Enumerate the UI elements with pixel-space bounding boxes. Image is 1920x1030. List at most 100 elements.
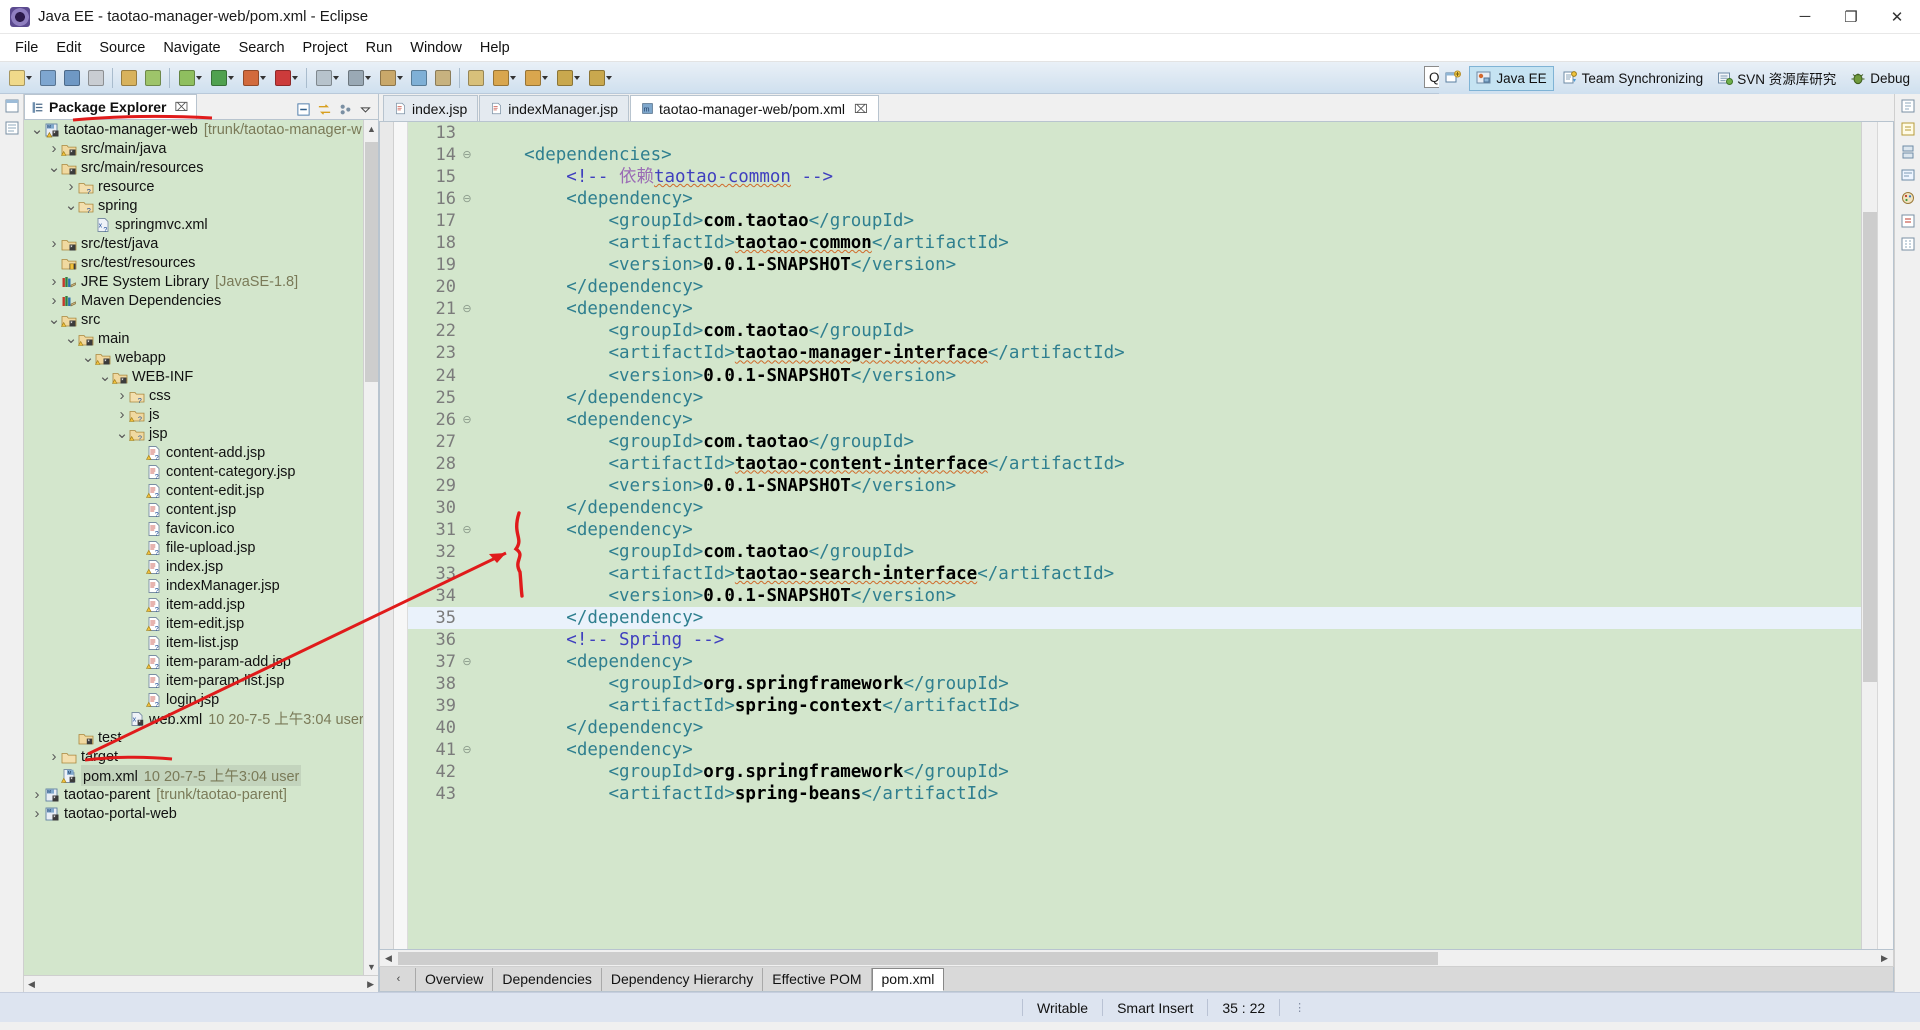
properties-view-icon[interactable] (1899, 236, 1917, 252)
menu-project[interactable]: Project (294, 36, 357, 60)
tree-item-maven-dependencies[interactable]: › Maven Dependencies (24, 291, 378, 310)
code-line-29[interactable]: 29 <version>0.0.1-SNAPSHOT</version> (408, 475, 1861, 497)
code-line-16[interactable]: 16 ⊖ <dependency> (408, 188, 1861, 210)
code-line-21[interactable]: 21 ⊖ <dependency> (408, 298, 1861, 320)
debug-button[interactable] (175, 66, 205, 90)
snippets-view-icon[interactable] (1899, 167, 1917, 183)
chevron-down-icon[interactable] (541, 75, 548, 80)
pom-page-tab-pom-xml[interactable]: pom.xml (871, 967, 945, 991)
tree-item-item-add-jsp[interactable]: ? item-add.jsp (24, 595, 378, 614)
tree-item-jre-system-library[interactable]: › JRE System Library [JavaSE-1.8] (24, 272, 378, 291)
menu-edit[interactable]: Edit (47, 36, 90, 60)
perspective-team-synchronizing[interactable]: Team Synchronizing (1556, 66, 1710, 91)
chevron-down-icon[interactable]: ⌄ (115, 426, 129, 441)
chevron-down-icon[interactable]: ⌄ (81, 350, 95, 365)
tree-item-src-test-resources[interactable]: * src/test/resources (24, 253, 378, 272)
tree-item-index-jsp[interactable]: ? index.jsp (24, 557, 378, 576)
tree-item-jsp[interactable]: ⌄? jsp (24, 424, 378, 443)
restore-view-icon[interactable] (3, 98, 21, 114)
markers-view-icon[interactable] (1899, 213, 1917, 229)
tree-item-content-jsp[interactable]: ? content.jsp (24, 500, 378, 519)
code-line-27[interactable]: 27 <groupId>com.taotao</groupId> (408, 431, 1861, 453)
fold-collapse-icon[interactable]: ⊖ (460, 298, 474, 320)
chevron-down-icon[interactable] (25, 75, 32, 80)
code-line-23[interactable]: 23 <artifactId>taotao-manager-interface<… (408, 342, 1861, 364)
tree-item-item-edit-jsp[interactable]: ? item-edit.jsp (24, 614, 378, 633)
chevron-right-icon[interactable]: › (47, 235, 61, 252)
code-line-37[interactable]: 37 ⊖ <dependency> (408, 651, 1861, 673)
editor-vscroll-thumb[interactable] (1863, 212, 1877, 682)
code-line-20[interactable]: 20 </dependency> (408, 276, 1861, 298)
pom-page-tab-dependency-hierarchy[interactable]: Dependency Hierarchy (602, 967, 764, 991)
pom-page-tab-dependencies[interactable]: Dependencies (493, 967, 602, 991)
code-line-19[interactable]: 19 <version>0.0.1-SNAPSHOT</version> (408, 254, 1861, 276)
project-tree[interactable]: ⌄ M * taotao-manager-web [trunk/taotao-manag… (24, 119, 378, 975)
code-line-39[interactable]: 39 <artifactId>spring-context</artifactI… (408, 695, 1861, 717)
tree-item-springmvc-xml[interactable]: x? springmvc.xml (24, 215, 378, 234)
chevron-down-icon[interactable] (332, 75, 339, 80)
tree-item-src[interactable]: ⌄ * src (24, 310, 378, 329)
perspective-svn[interactable]: SVN 资源库研究 (1711, 66, 1842, 91)
menu-navigate[interactable]: Navigate (154, 36, 229, 60)
servers-view-icon[interactable] (1899, 144, 1917, 160)
menu-window[interactable]: Window (401, 36, 471, 60)
explorer-hscrollbar[interactable]: ◀ ▶ (24, 975, 378, 992)
chevron-down-icon[interactable] (573, 75, 580, 80)
chevron-down-icon[interactable] (195, 75, 202, 80)
fold-collapse-icon[interactable]: ⊖ (460, 188, 474, 210)
tree-item-item-list-jsp[interactable]: ? item-list.jsp (24, 633, 378, 652)
editor-folding-ruler[interactable] (394, 122, 408, 949)
view-menu-icon[interactable] (359, 103, 372, 116)
code-line-36[interactable]: 36 <!-- Spring --> (408, 629, 1861, 651)
focus-on-active-task-icon[interactable] (338, 102, 353, 117)
fold-collapse-icon[interactable]: ⊖ (460, 409, 474, 431)
tree-item-target[interactable]: › target (24, 747, 378, 766)
tree-item-main[interactable]: ⌄ * main (24, 329, 378, 348)
chevron-down-icon[interactable] (227, 75, 234, 80)
tree-item-content-edit-jsp[interactable]: ? content-edit.jsp (24, 481, 378, 500)
chevron-right-icon[interactable]: › (47, 140, 61, 157)
editor-tab-index-jsp[interactable]: index.jsp (383, 95, 479, 121)
editor-scroll-left-arrow[interactable]: ◀ (380, 951, 397, 966)
tree-item-taotao-portal-web[interactable]: › M * taotao-portal-web (24, 804, 378, 823)
editor-annotation-ruler[interactable] (380, 122, 394, 949)
pom-page-tab-effective-pom[interactable]: Effective POM (763, 967, 872, 991)
open-perspective-button[interactable] (1439, 66, 1467, 91)
close-button[interactable]: ✕ (1874, 0, 1920, 34)
minimize-button[interactable]: ─ (1782, 0, 1828, 34)
tree-item-item-param-add-jsp[interactable]: ? item-param-add.jsp (24, 652, 378, 671)
editor-vscrollbar[interactable] (1861, 122, 1877, 949)
code-viewport[interactable]: 13 14 ⊖ <dependencies> 15 <!-- 依赖taotao-com… (408, 122, 1861, 949)
chevron-right-icon[interactable]: › (115, 387, 129, 404)
explorer-vscrollbar[interactable]: ▲ ▼ (363, 120, 378, 975)
tree-item-favicon-ico[interactable]: ? favicon.ico (24, 519, 378, 538)
chevron-right-icon[interactable]: › (47, 292, 61, 309)
chevron-right-icon[interactable]: › (64, 178, 78, 195)
code-line-34[interactable]: 34 <version>0.0.1-SNAPSHOT</version> (408, 585, 1861, 607)
chevron-down-icon[interactable] (291, 75, 298, 80)
package-explorer-fastview-icon[interactable] (3, 120, 21, 136)
tree-item-content-add-jsp[interactable]: ? content-add.jsp (24, 443, 378, 462)
tree-item-item-param-list-jsp[interactable]: ? item-param-list.jsp (24, 671, 378, 690)
chevron-right-icon[interactable]: › (30, 805, 44, 822)
tree-item-indexmanager-jsp[interactable]: ? indexManager.jsp (24, 576, 378, 595)
maximize-button[interactable]: ❐ (1828, 0, 1874, 34)
code-line-35[interactable]: 35 </dependency> (408, 607, 1861, 630)
code-line-24[interactable]: 24 <version>0.0.1-SNAPSHOT</version> (408, 365, 1861, 387)
menu-source[interactable]: Source (90, 36, 154, 60)
palette-view-icon[interactable] (1899, 190, 1917, 206)
chevron-down-icon[interactable]: ⌄ (98, 369, 112, 384)
chevron-down-icon[interactable] (509, 75, 516, 80)
pom-page-tab-overview[interactable]: Overview (416, 967, 494, 991)
chevron-down-icon[interactable] (364, 75, 371, 80)
open-type-button[interactable] (432, 66, 454, 90)
source-code[interactable]: 13 14 ⊖ <dependencies> 15 <!-- 依赖taotao-com… (408, 122, 1861, 949)
chevron-down-icon[interactable]: ⌄ (47, 312, 61, 327)
code-line-32[interactable]: 32 <groupId>com.taotao</groupId> (408, 541, 1861, 563)
tree-item-pom-xml[interactable]: M * pom.xml 10 20-7-5 上午3:04 user (24, 765, 378, 786)
tree-item-src-test-java[interactable]: › * src/test/java (24, 234, 378, 253)
code-line-17[interactable]: 17 <groupId>com.taotao</groupId> (408, 210, 1861, 232)
menu-search[interactable]: Search (230, 36, 294, 60)
tree-item-web-inf[interactable]: ⌄ * WEB-INF (24, 367, 378, 386)
code-line-30[interactable]: 30 </dependency> (408, 497, 1861, 519)
